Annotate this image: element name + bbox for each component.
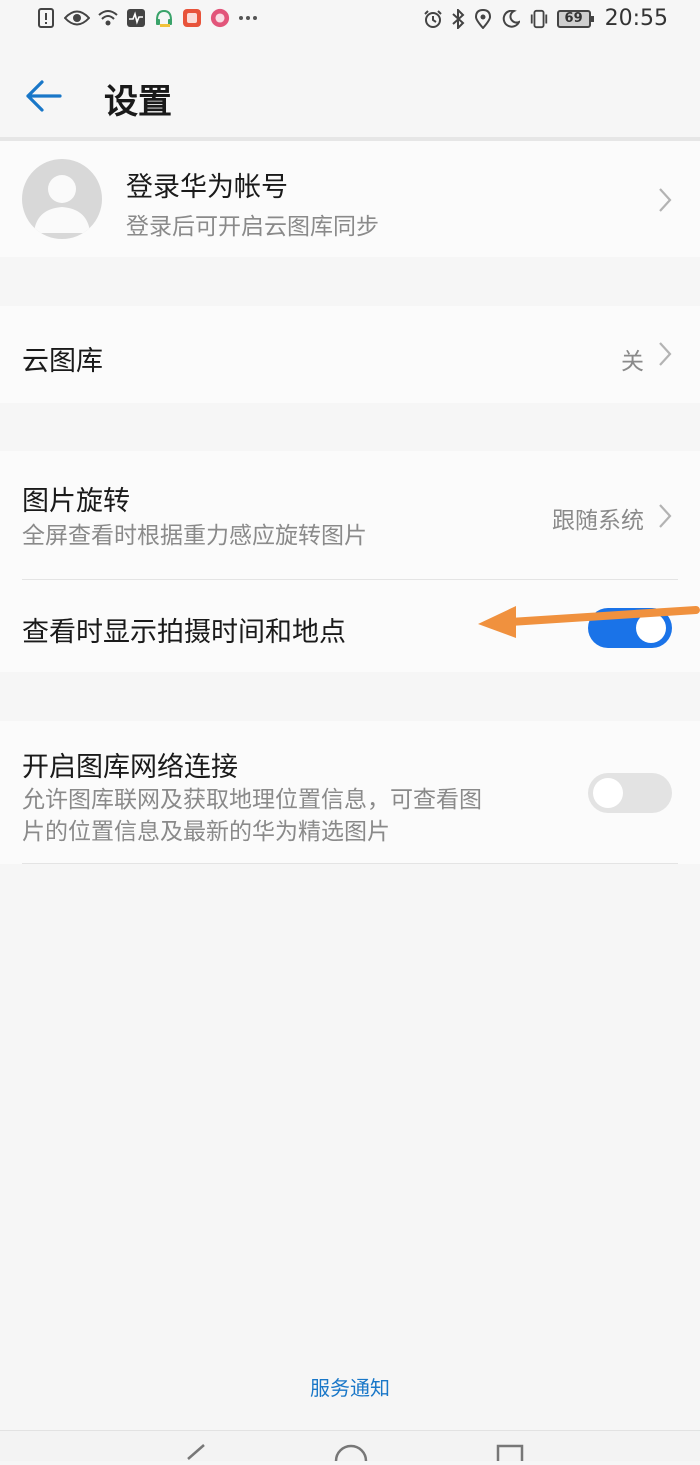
- app-badge-icon: [182, 7, 202, 29]
- chevron-right-icon: [658, 187, 672, 213]
- network-connection-item: 开启图库网络连接 允许图库联网及获取地理位置信息，可查看图 片的位置信息及最新的…: [0, 721, 700, 864]
- account-subtitle: 登录后可开启云图库同步: [126, 214, 379, 240]
- network-title: 开启图库网络连接: [22, 752, 238, 783]
- battery-indicator: 69: [556, 9, 594, 28]
- chevron-right-icon: [658, 341, 672, 367]
- status-bar: 69 20:55: [0, 0, 700, 38]
- vibrate-icon: [529, 8, 549, 30]
- status-left-icons: [36, 7, 258, 29]
- nav-home-icon[interactable]: [334, 1443, 368, 1465]
- bluetooth-icon: [451, 8, 465, 30]
- row-divider: [22, 863, 678, 864]
- network-subtitle-line1: 允许图库联网及获取地理位置信息，可查看图: [22, 787, 482, 813]
- person-icon: [34, 175, 90, 233]
- nav-recent-icon[interactable]: [496, 1443, 524, 1465]
- alert-icon: [36, 7, 56, 29]
- moon-icon: [501, 8, 521, 30]
- eye-icon: [64, 7, 90, 29]
- wifi-icon: [98, 7, 118, 29]
- chevron-right-icon: [658, 503, 672, 529]
- status-right-icons: 69 20:55: [423, 6, 668, 31]
- system-nav-bar: [0, 1430, 700, 1462]
- headset-icon: [154, 7, 174, 29]
- page-title: 设置: [104, 82, 172, 122]
- app-circle-icon: [210, 7, 230, 29]
- cloud-gallery-value: 关: [621, 349, 644, 375]
- photo-rotate-subtitle: 全屏查看时根据重力感应旋转图片: [22, 523, 367, 549]
- activity-icon: [126, 7, 146, 29]
- cloud-gallery-title: 云图库: [22, 346, 103, 377]
- annotation-arrow-icon: [478, 606, 700, 638]
- service-notice-link[interactable]: 服务通知: [0, 1372, 700, 1401]
- alarm-icon: [423, 8, 443, 30]
- account-title: 登录华为帐号: [126, 172, 288, 203]
- photo-rotate-title: 图片旋转: [22, 486, 130, 517]
- show-time-location-title: 查看时显示拍摄时间和地点: [22, 617, 346, 648]
- back-arrow-icon[interactable]: [24, 76, 64, 116]
- status-clock: 20:55: [604, 6, 668, 31]
- toggle-knob: [593, 778, 623, 808]
- network-toggle[interactable]: [588, 773, 672, 813]
- location-icon: [473, 8, 493, 30]
- nav-back-icon[interactable]: [184, 1443, 208, 1465]
- photo-rotate-value: 跟随系统: [552, 508, 644, 534]
- app-header: 设置: [0, 38, 700, 138]
- network-subtitle-line2: 片的位置信息及最新的华为精选图片: [22, 819, 390, 845]
- avatar: [22, 159, 102, 239]
- cloud-gallery-item[interactable]: 云图库 关: [0, 306, 700, 403]
- photo-rotate-item[interactable]: 图片旋转 全屏查看时根据重力感应旋转图片 跟随系统: [0, 451, 700, 579]
- account-login-item[interactable]: 登录华为帐号 登录后可开启云图库同步: [0, 141, 700, 257]
- more-dots-icon: [238, 7, 258, 29]
